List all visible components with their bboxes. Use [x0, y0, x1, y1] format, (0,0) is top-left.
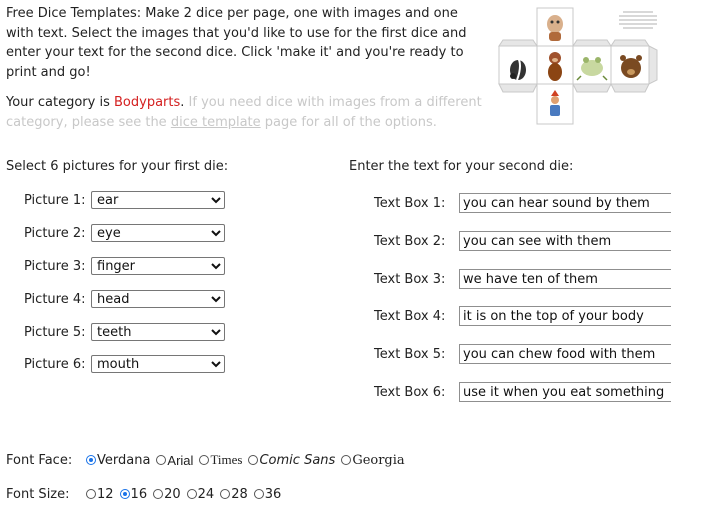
font-size-option-label: 28: [231, 486, 248, 502]
font-size-label: Font Size:: [6, 486, 70, 502]
picture-2-select[interactable]: eye: [91, 224, 225, 242]
font-size-28-option[interactable]: 28: [220, 487, 248, 502]
picture-label: Picture 1:: [24, 192, 86, 208]
text-row: Text Box 2:: [374, 229, 671, 253]
text-box-label: Text Box 2:: [374, 233, 446, 249]
dice-template-link[interactable]: dice template: [171, 115, 261, 130]
radio-unchecked-icon[interactable]: [220, 489, 231, 499]
picture-label: Picture 5:: [24, 324, 86, 340]
radio-unchecked-icon[interactable]: [153, 489, 164, 499]
font-size-12-option[interactable]: 12: [86, 487, 114, 502]
picture-row: Picture 4: head: [24, 289, 225, 309]
category-name: Bodyparts: [114, 95, 181, 110]
font-size-20-option[interactable]: 20: [153, 487, 181, 502]
radio-checked-icon[interactable]: [86, 455, 96, 465]
text-box-1-input[interactable]: [459, 193, 671, 213]
text-row: Text Box 4:: [374, 304, 671, 328]
picture-row: Picture 6: mouth: [24, 354, 225, 374]
dice-face-image: [548, 52, 562, 81]
text-row: Text Box 6:: [374, 380, 671, 404]
radio-unchecked-icon[interactable]: [156, 455, 167, 465]
font-face-group: Font Face: Verdana Arial Times Comic San…: [6, 451, 411, 469]
font-face-option-label: Times: [210, 452, 243, 467]
font-size-option-label: 12: [97, 486, 114, 502]
category-prefix: Your category is: [6, 95, 114, 110]
radio-unchecked-icon[interactable]: [186, 489, 197, 499]
radio-checked-icon[interactable]: [119, 489, 130, 499]
picture-label: Picture 6:: [24, 356, 86, 372]
pictures-heading: Select 6 pictures for your first die:: [6, 159, 229, 174]
font-face-option-label: Comic Sans: [259, 452, 336, 468]
text-box-label: Text Box 5:: [374, 346, 446, 362]
font-face-georgia-option[interactable]: Georgia: [341, 452, 405, 468]
font-face-option-label: Georgia: [352, 452, 405, 468]
radio-unchecked-icon[interactable]: [248, 455, 259, 465]
text-row: Text Box 3:: [374, 267, 671, 291]
text-box-label: Text Box 3:: [374, 271, 446, 287]
font-face-label: Font Face:: [6, 452, 73, 468]
picture-5-select[interactable]: teeth: [91, 323, 225, 341]
texts-heading: Enter the text for your second die:: [349, 159, 574, 174]
category-line: Your category is Bodyparts. If you need …: [6, 93, 488, 132]
dice-note-text: [619, 11, 657, 29]
picture-label: Picture 2:: [24, 225, 86, 241]
text-box-3-input[interactable]: [459, 269, 671, 289]
font-size-option-label: 20: [164, 486, 181, 502]
picture-label: Picture 3:: [24, 258, 86, 274]
radio-unchecked-icon[interactable]: [341, 455, 352, 465]
font-face-comic-sans-option[interactable]: Comic Sans: [248, 453, 335, 468]
dice-face-image: [547, 15, 563, 41]
text-box-label: Text Box 4:: [374, 308, 446, 324]
picture-row: Picture 1: ear: [24, 190, 225, 210]
text-box-6-input[interactable]: [459, 382, 671, 402]
picture-row: Picture 5: teeth: [24, 322, 225, 342]
text-row: Text Box 5:: [374, 342, 671, 366]
picture-row: Picture 3: finger: [24, 256, 225, 276]
radio-unchecked-icon[interactable]: [86, 489, 96, 499]
text-box-2-input[interactable]: [459, 231, 671, 251]
font-face-verdana-option[interactable]: Verdana: [86, 453, 150, 468]
font-face-arial-option[interactable]: Arial: [156, 453, 193, 468]
picture-label: Picture 4:: [24, 291, 86, 307]
text-row: Text Box 1:: [374, 191, 671, 215]
font-face-times-option[interactable]: Times: [199, 452, 242, 468]
intro-text: Free Dice Templates: Make 2 dice per pag…: [6, 6, 467, 80]
font-size-group: Font Size: 12 16 20 24 28 36: [6, 485, 287, 503]
font-size-36-option[interactable]: 36: [253, 486, 282, 502]
category-faded-text-2: page for all of the options.: [260, 114, 437, 130]
font-size-24-option[interactable]: 24: [186, 486, 215, 502]
picture-4-select[interactable]: head: [91, 290, 225, 308]
picture-3-select[interactable]: finger: [91, 257, 225, 275]
text-box-4-input[interactable]: [459, 306, 671, 326]
text-box-label: Text Box 1:: [374, 195, 446, 211]
picture-row: Picture 2: eye: [24, 223, 225, 243]
radio-unchecked-icon[interactable]: [199, 455, 210, 465]
picture-6-select[interactable]: mouth: [91, 355, 225, 373]
font-size-option-label: 36: [264, 486, 282, 502]
font-face-option-label: Verdana: [97, 452, 151, 468]
text-box-label: Text Box 6:: [374, 384, 446, 400]
font-size-16-option[interactable]: 16: [119, 486, 148, 502]
font-size-option-label: 16: [130, 486, 148, 502]
font-face-option-label: Arial: [167, 452, 194, 468]
radio-unchecked-icon[interactable]: [253, 489, 264, 499]
font-size-option-label: 24: [197, 486, 215, 502]
picture-1-select[interactable]: ear: [91, 191, 225, 209]
dice-template-preview: [498, 7, 658, 125]
text-box-5-input[interactable]: [459, 344, 671, 364]
